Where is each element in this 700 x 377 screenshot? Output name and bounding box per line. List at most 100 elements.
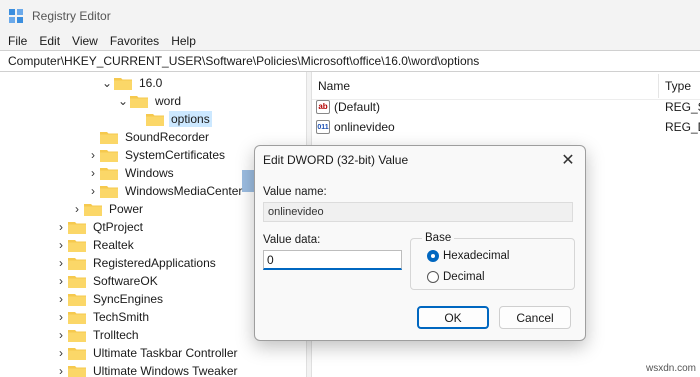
value-data-label: Value data:	[263, 234, 321, 246]
address-path: Computer\HKEY_CURRENT_USER\Software\Poli…	[8, 54, 480, 68]
menu-help[interactable]: Help	[165, 34, 202, 48]
folder-icon	[68, 221, 86, 234]
decimal-radio[interactable]: Decimal	[427, 271, 485, 283]
chevron-right-icon[interactable]: ›	[86, 182, 100, 200]
tree-item-label: WindowsMediaCenter	[125, 184, 243, 198]
folder-icon	[100, 185, 118, 198]
folder-icon	[68, 329, 86, 342]
hexadecimal-radio[interactable]: Hexadecimal	[427, 250, 509, 262]
chevron-right-icon[interactable]: ›	[86, 164, 100, 182]
folder-icon	[68, 239, 86, 252]
tree-item-windows[interactable]: › Windows	[86, 164, 176, 182]
menu-favorites[interactable]: Favorites	[104, 34, 165, 48]
value-name-label: Value name:	[263, 186, 327, 198]
folder-icon	[100, 131, 118, 144]
chevron-right-icon[interactable]: ›	[54, 236, 68, 254]
tree-item-word[interactable]: ⌄ word	[116, 92, 183, 110]
title-bar: Registry Editor	[0, 0, 700, 32]
tree-item-label: TechSmith	[93, 310, 150, 324]
tree-item-techsmith[interactable]: › TechSmith	[54, 308, 151, 326]
dialog-title: Edit DWORD (32-bit) Value	[263, 153, 409, 167]
value-data-text: 0	[267, 252, 274, 267]
folder-icon	[68, 347, 86, 360]
folder-icon	[130, 95, 148, 108]
chevron-right-icon[interactable]: ›	[54, 254, 68, 272]
tree-item-label: options	[169, 111, 212, 127]
tree-item-ultimate-taskbar-controller[interactable]: › Ultimate Taskbar Controller	[54, 344, 240, 362]
tree-item-16-0[interactable]: ⌄ 16.0	[100, 74, 164, 92]
chevron-right-icon[interactable]: ›	[70, 200, 84, 218]
cancel-button[interactable]: Cancel	[499, 306, 571, 329]
value-row-onlinevideo[interactable]: 011 onlinevideo REG_D	[316, 118, 700, 136]
edit-dword-dialog: Edit DWORD (32-bit) Value ✕ Value name: …	[254, 145, 586, 341]
folder-icon	[68, 257, 86, 270]
tree-item-label: Ultimate Windows Tweaker	[93, 364, 238, 377]
column-divider[interactable]	[658, 74, 659, 98]
close-icon[interactable]: ✕	[557, 149, 579, 171]
tree-item-options[interactable]: options	[146, 110, 212, 128]
binary-value-icon: 011	[316, 120, 330, 134]
chevron-right-icon[interactable]: ›	[54, 326, 68, 344]
folder-icon	[68, 311, 86, 324]
site-watermark: wsxdn.com	[646, 363, 697, 374]
tree-item-ultimate-windows-tweaker[interactable]: › Ultimate Windows Tweaker	[54, 362, 240, 377]
value-name-field: onlinevideo	[263, 202, 573, 222]
folder-icon	[100, 149, 118, 162]
chevron-down-icon[interactable]: ⌄	[116, 92, 130, 110]
folder-icon	[100, 167, 118, 180]
menu-file[interactable]: File	[2, 34, 33, 48]
chevron-right-icon[interactable]: ›	[54, 308, 68, 326]
chevron-right-icon[interactable]: ›	[54, 272, 68, 290]
menu-bar: File Edit View Favorites Help	[0, 32, 700, 50]
chevron-right-icon[interactable]: ›	[54, 362, 68, 377]
tree-item-power[interactable]: › Power	[70, 200, 145, 218]
chevron-right-icon[interactable]: ›	[54, 290, 68, 308]
value-row-default[interactable]: ab (Default) REG_S	[316, 98, 700, 116]
value-name-text: onlinevideo	[268, 206, 324, 218]
tree-item-realtek[interactable]: › Realtek	[54, 236, 136, 254]
tree-item-registeredapplications[interactable]: › RegisteredApplications	[54, 254, 218, 272]
tree-item-windowsmediacenter[interactable]: › WindowsMediaCenter	[86, 182, 244, 200]
tree-item-qtproject[interactable]: › QtProject	[54, 218, 145, 236]
tree-item-label: 16.0	[139, 76, 163, 90]
value-name: onlinevideo	[334, 120, 395, 134]
tree-item-trolltech[interactable]: › Trolltech	[54, 326, 141, 344]
tree-item-label: Realtek	[93, 238, 134, 252]
chevron-down-icon[interactable]: ⌄	[100, 74, 114, 92]
registry-editor-icon	[9, 9, 23, 23]
tree-item-soundrecorder[interactable]: SoundRecorder	[100, 128, 211, 146]
tree-item-label: SoundRecorder	[125, 130, 210, 144]
tree-item-label: RegisteredApplications	[93, 256, 216, 270]
tree-item-label: Ultimate Taskbar Controller	[93, 346, 238, 360]
folder-icon	[146, 113, 164, 126]
string-value-icon: ab	[316, 100, 330, 114]
menu-edit[interactable]: Edit	[33, 34, 66, 48]
tree-item-label: SoftwareOK	[93, 274, 158, 288]
column-header-name[interactable]: Name	[318, 79, 350, 93]
value-type: REG_D	[665, 120, 700, 134]
column-header-type[interactable]: Type	[665, 79, 691, 93]
value-data-input[interactable]: 0	[263, 250, 402, 270]
radio-selected-icon	[427, 250, 439, 262]
hexadecimal-label: Hexadecimal	[443, 250, 510, 262]
chevron-right-icon[interactable]: ›	[54, 218, 68, 236]
folder-icon	[68, 293, 86, 306]
window-title: Registry Editor	[32, 9, 111, 23]
tree-item-label: SystemCertificates	[125, 148, 226, 162]
menu-view[interactable]: View	[66, 34, 104, 48]
tree-item-label: word	[155, 94, 182, 108]
ok-button[interactable]: OK	[417, 306, 489, 329]
tree-item-label: Windows	[125, 166, 174, 180]
tree-item-syncengines[interactable]: › SyncEngines	[54, 290, 165, 308]
base-group-title: Base	[422, 232, 455, 244]
chevron-right-icon[interactable]: ›	[86, 146, 100, 164]
address-bar[interactable]: Computer\HKEY_CURRENT_USER\Software\Poli…	[0, 50, 700, 72]
folder-icon	[68, 365, 86, 377]
tree-item-softwareok[interactable]: › SoftwareOK	[54, 272, 160, 290]
tree-item-label: Power	[109, 202, 144, 216]
tree-item-systemcertificates[interactable]: › SystemCertificates	[86, 146, 227, 164]
radio-unselected-icon	[427, 271, 439, 283]
folder-icon	[68, 275, 86, 288]
chevron-right-icon[interactable]: ›	[54, 344, 68, 362]
folder-icon	[114, 77, 132, 90]
